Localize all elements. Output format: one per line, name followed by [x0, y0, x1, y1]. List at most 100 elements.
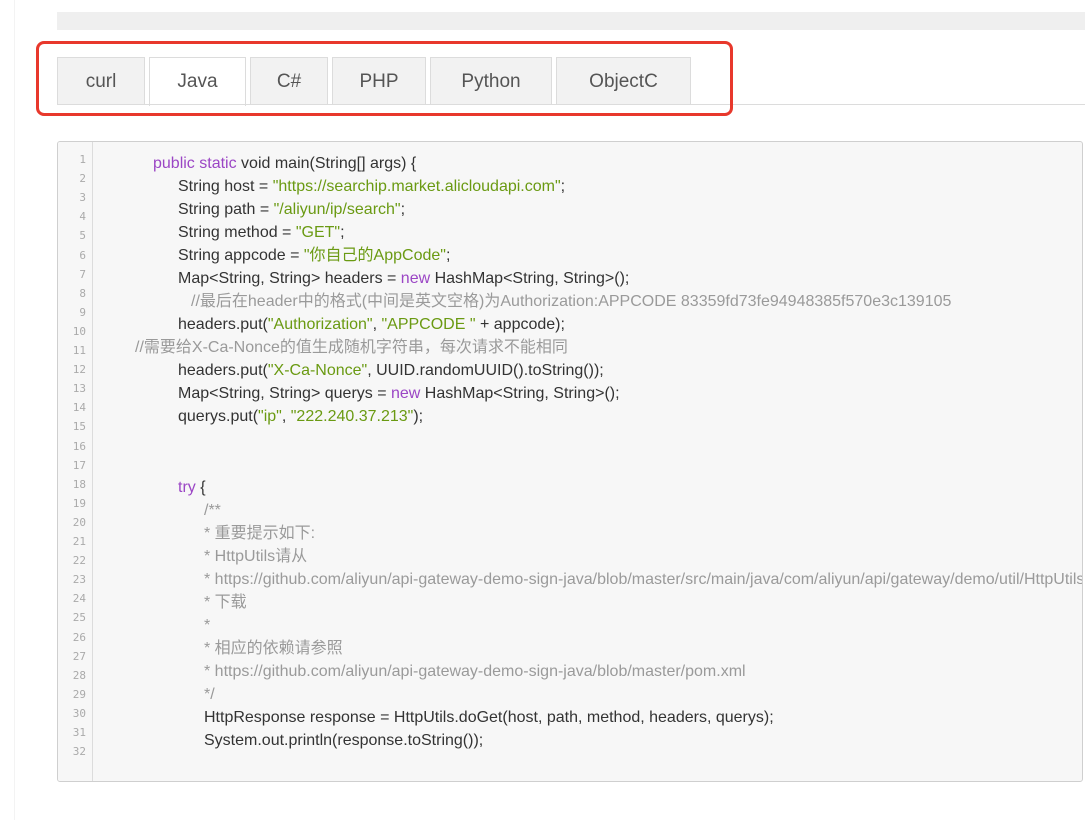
line-number: 22	[72, 554, 86, 568]
line-number: 2	[79, 172, 86, 186]
line-number: 12	[72, 363, 86, 377]
code-token: * 下载	[204, 594, 247, 611]
code-line: String path = "/aliyun/ip/search";	[178, 200, 405, 220]
line-number: 14	[72, 401, 86, 415]
line-number: 26	[72, 630, 86, 644]
code-line: * 重要提示如下:	[204, 524, 315, 544]
tab-python[interactable]: Python	[430, 57, 552, 105]
tab-divider	[57, 104, 1085, 105]
code-token: headers.put(	[178, 362, 268, 379]
code-token: querys.put(	[178, 408, 259, 425]
line-number: 29	[72, 687, 86, 701]
line-number: 3	[79, 191, 86, 205]
language-tabs: curl Java C# PHP Python ObjectC	[57, 57, 695, 106]
code-content[interactable]: public static void main(String[] args) {…	[94, 142, 1082, 781]
code-token: String path =	[178, 201, 274, 218]
code-token: HashMap<String, String>();	[434, 270, 630, 287]
line-number: 6	[79, 248, 86, 262]
line-number: 16	[72, 439, 86, 453]
code-line: * 相应的依赖请参照	[204, 639, 343, 659]
tab-label: PHP	[359, 70, 399, 92]
code-line: * https://github.com/aliyun/api-gateway-…	[204, 662, 746, 682]
code-token: "ip"	[258, 408, 282, 425]
line-number: 23	[72, 573, 86, 587]
line-number: 11	[72, 344, 86, 357]
code-token: "GET"	[295, 224, 341, 241]
code-token: ;	[560, 178, 566, 195]
code-line: Map<String, String> querys = new HashMap…	[178, 384, 620, 404]
tab-curl[interactable]: curl	[57, 57, 145, 105]
tab-java[interactable]: Java	[149, 57, 246, 106]
code-line: //最后在header中的格式(中间是英文空格)为Authorization:A…	[191, 292, 951, 312]
tab-php[interactable]: PHP	[332, 57, 426, 105]
code-token: */	[204, 686, 215, 703]
code-token: new	[391, 385, 425, 402]
code-token: "/aliyun/ip/search"	[273, 201, 401, 218]
code-token: * HttpUtils请从	[204, 548, 308, 565]
code-line: String method = "GET";	[178, 223, 345, 243]
tab-label: Python	[461, 70, 521, 92]
line-number: 32	[72, 745, 86, 759]
code-line: System.out.println(response.toString());	[204, 731, 483, 751]
line-number: 13	[72, 382, 86, 396]
code-token: HttpResponse response = HttpUtils.doGet(…	[204, 709, 774, 726]
code-token: , UUID.randomUUID().toString());	[367, 362, 604, 379]
code-line: //需要给X-Ca-Nonce的值生成随机字符串，每次请求不能相同	[135, 338, 568, 358]
tab-label: curl	[85, 70, 117, 92]
code-token: ,	[281, 408, 291, 425]
line-number: 7	[79, 267, 86, 281]
code-line: String host = "https://searchip.market.a…	[178, 177, 565, 197]
line-number: 27	[72, 649, 86, 663]
line-number: 17	[72, 458, 86, 472]
line-number: 10	[72, 324, 86, 338]
code-token: ;	[400, 201, 406, 218]
code-token: ;	[445, 247, 451, 264]
tab-objectc[interactable]: ObjectC	[556, 57, 691, 105]
code-token: //最后在header中的格式(中间是英文空格)为Authorization:A…	[191, 293, 952, 310]
code-token: String appcode =	[178, 247, 304, 264]
tab-label: C#	[276, 70, 302, 92]
code-line: HttpResponse response = HttpUtils.doGet(…	[204, 708, 774, 728]
code-line: headers.put("X-Ca-Nonce", UUID.randomUUI…	[178, 361, 604, 381]
code-token: "你自己的AppCode"	[303, 247, 446, 264]
code-token: "https://searchip.market.alicloudapi.com…	[272, 178, 561, 195]
code-line: try {	[178, 478, 206, 498]
line-number: 1	[79, 153, 86, 166]
code-token: * https://github.com/aliyun/api-gateway-…	[204, 571, 1083, 588]
code-token: public static	[153, 155, 242, 172]
line-number: 5	[79, 229, 86, 243]
code-token: /**	[204, 502, 221, 519]
code-token: + appcode);	[475, 316, 565, 333]
line-number: 18	[72, 477, 86, 491]
code-line: /**	[204, 501, 221, 521]
code-token: HashMap<String, String>();	[424, 385, 620, 402]
tab-csharp[interactable]: C#	[250, 57, 328, 105]
code-token: * 相应的依赖请参照	[204, 640, 343, 657]
code-token: "APPCODE "	[381, 316, 476, 333]
line-number: 20	[72, 515, 86, 529]
code-line: * HttpUtils请从	[204, 547, 307, 567]
line-number: 25	[72, 611, 86, 625]
line-number: 19	[72, 496, 86, 510]
code-token: String method =	[178, 224, 296, 241]
line-number: 8	[79, 286, 86, 300]
code-token: "Authorization"	[267, 316, 373, 333]
code-viewer[interactable]: 1 2 3 4 5 6 7 8 9 10 11 12 13 14 15 16 17 18 19 20 21 22 23 24 2…	[57, 141, 1083, 782]
line-number: 28	[72, 668, 86, 682]
code-token: new	[400, 270, 435, 287]
code-token: ;	[340, 224, 345, 241]
code-token: System.out.println(response.toString());	[204, 732, 484, 749]
code-token: *	[204, 617, 211, 634]
code-token: "222.240.37.213"	[290, 408, 414, 425]
code-token: //需要给X-Ca-Nonce的值生成随机字符串，每次请求不能相同	[135, 339, 568, 356]
line-number: 21	[72, 535, 86, 548]
code-line: */	[204, 685, 215, 705]
code-token: void main(String[] args) {	[241, 155, 417, 172]
code-line: public static void main(String[] args) {	[153, 154, 416, 174]
code-token: {	[200, 479, 206, 496]
code-token: );	[413, 408, 424, 425]
code-line: String appcode = "你自己的AppCode";	[178, 246, 450, 266]
code-line: * 下载	[204, 593, 247, 613]
line-number-gutter: 1 2 3 4 5 6 7 8 9 10 11 12 13 14 15 16 17 18 19 20 21 22 23 24 2…	[58, 142, 93, 781]
code-line: headers.put("Authorization", "APPCODE " …	[178, 315, 565, 335]
